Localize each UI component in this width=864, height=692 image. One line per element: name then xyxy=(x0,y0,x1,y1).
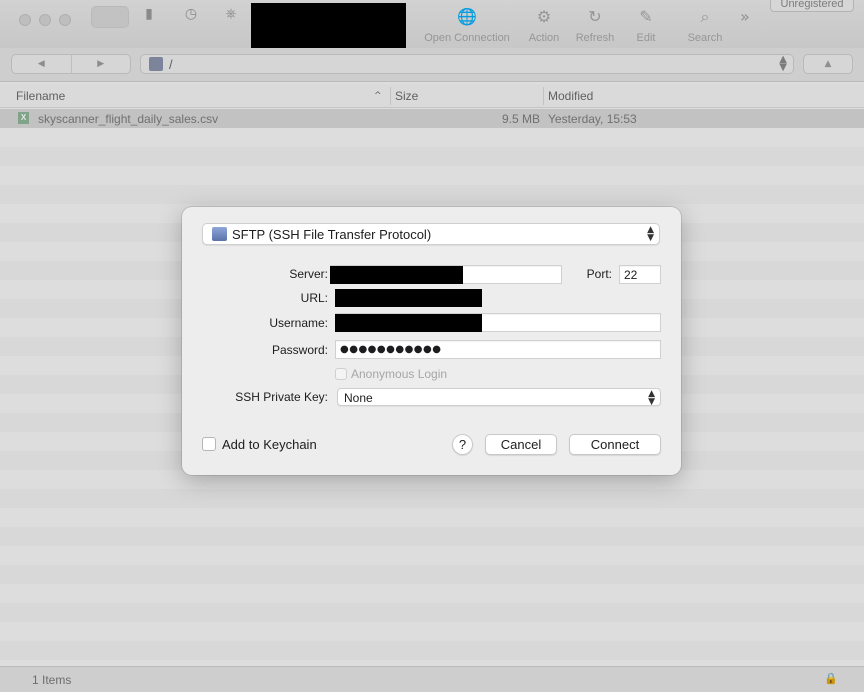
add-to-keychain-label: Add to Keychain xyxy=(222,437,317,452)
chevron-updown-icon: ▲ ▼ xyxy=(647,225,654,243)
port-label: Port: xyxy=(586,267,612,281)
add-to-keychain-checkbox[interactable]: Add to Keychain xyxy=(202,437,317,452)
chevron-updown-icon: ▲ ▼ xyxy=(648,389,655,407)
checkbox-icon xyxy=(335,368,347,380)
anonymous-login-checkbox[interactable]: Anonymous Login xyxy=(335,367,447,381)
protocol-value: SFTP (SSH File Transfer Protocol) xyxy=(232,227,432,242)
network-disk-icon xyxy=(212,227,227,241)
port-field[interactable] xyxy=(619,265,661,284)
redacted-username xyxy=(335,314,482,332)
ssh-private-key-select[interactable]: None ▲ ▼ xyxy=(337,388,661,407)
checkbox-icon xyxy=(202,437,216,451)
anonymous-login-label: Anonymous Login xyxy=(351,367,448,381)
ssh-key-value: None xyxy=(344,391,373,405)
protocol-select[interactable]: SFTP (SSH File Transfer Protocol) ▲ ▼ xyxy=(202,223,660,245)
server-label: Server: xyxy=(289,267,328,281)
password-field[interactable]: ●●●●●●●●●●● xyxy=(335,340,661,359)
connect-button[interactable]: Connect xyxy=(569,434,661,455)
password-label: Password: xyxy=(271,343,328,357)
cancel-button[interactable]: Cancel xyxy=(485,434,557,455)
redacted-url[interactable] xyxy=(335,289,482,307)
username-label: Username: xyxy=(269,316,328,330)
open-connection-sheet: SFTP (SSH File Transfer Protocol) ▲ ▼ Ser… xyxy=(182,207,681,475)
help-button[interactable]: ? xyxy=(452,434,473,455)
ssh-key-label: SSH Private Key: xyxy=(235,390,328,404)
url-label: URL: xyxy=(300,291,328,305)
redacted-server xyxy=(330,266,463,284)
